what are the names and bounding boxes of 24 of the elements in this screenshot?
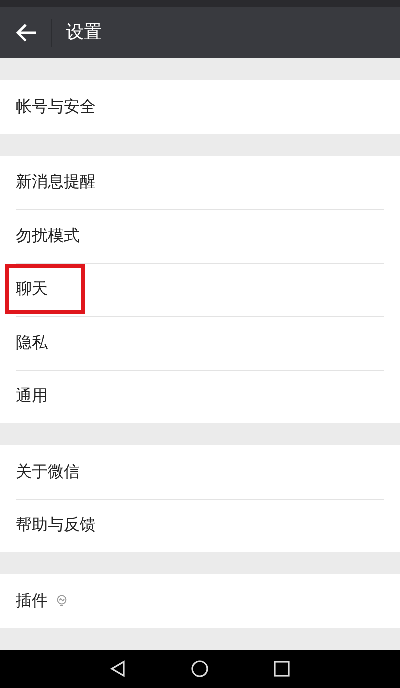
back-icon[interactable] — [109, 660, 127, 678]
settings-item[interactable]: 帐号与安全 — [0, 80, 400, 134]
item-label: 勿扰模式 — [16, 228, 80, 244]
item-label: 隐私 — [16, 334, 48, 351]
settings-item[interactable]: 帮助与反馈 — [0, 498, 400, 552]
settings-item[interactable]: 隐私 — [0, 316, 400, 370]
item-label: 聊天 — [16, 281, 48, 298]
item-label: 新消息提醒 — [16, 174, 96, 190]
recents-icon[interactable] — [273, 660, 291, 678]
settings-item[interactable]: 聊天 — [0, 262, 400, 316]
lightbulb-icon — [56, 594, 68, 608]
item-label: 帐号与安全 — [16, 98, 96, 115]
item-label: 帮助与反馈 — [16, 517, 96, 534]
back-icon[interactable] — [16, 22, 38, 44]
item-label: 关于微信 — [16, 464, 80, 480]
settings-item[interactable]: 插件 — [0, 574, 400, 628]
settings-item[interactable]: 关于微信 — [0, 445, 400, 498]
settings-item[interactable]: 勿扰模式 — [0, 209, 400, 262]
item-label: 通用 — [16, 388, 48, 404]
settings-item[interactable]: 通用 — [0, 370, 400, 423]
home-icon[interactable] — [191, 660, 209, 678]
settings-item[interactable]: 新消息提醒 — [0, 156, 400, 209]
item-label: 插件 — [16, 592, 48, 609]
screen-title: 设置 — [66, 21, 102, 45]
